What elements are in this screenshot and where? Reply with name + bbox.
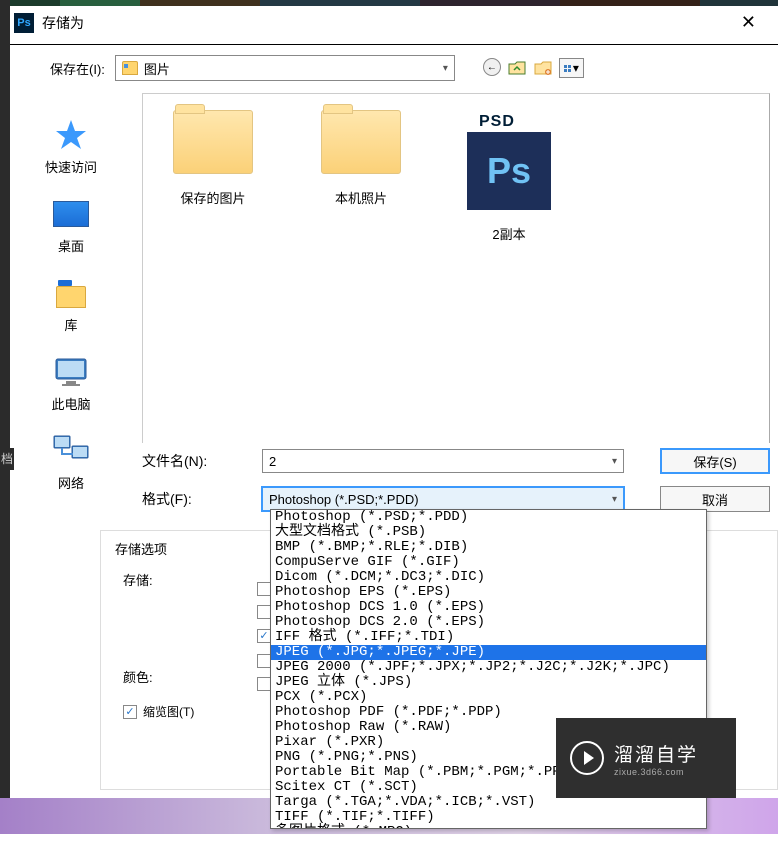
checkbox-icc[interactable] xyxy=(257,677,271,691)
file-label: 保存的图片 xyxy=(180,188,245,207)
filename-label: 文件名(N): xyxy=(142,451,250,471)
format-option[interactable]: Photoshop EPS (*.EPS) xyxy=(271,585,706,600)
location-toolbar: 保存在(I): 图片 ▾ ← ▾ xyxy=(0,45,778,93)
location-combobox[interactable]: 图片 ▾ xyxy=(115,55,455,81)
format-option[interactable]: Dicom (*.DCM;*.DC3;*.DIC) xyxy=(271,570,706,585)
folder-icon xyxy=(173,110,253,174)
library-icon xyxy=(52,275,90,311)
filename-input[interactable]: 2 ▾ xyxy=(262,449,624,473)
format-option[interactable]: Photoshop DCS 1.0 (*.EPS) xyxy=(271,600,706,615)
format-option[interactable]: IFF 格式 (*.IFF;*.TDI) xyxy=(271,630,706,645)
ps-app-icon: Ps xyxy=(14,13,34,33)
sidebar-label: 网络 xyxy=(58,473,84,492)
file-psd[interactable]: PSD Ps 2副本 xyxy=(459,110,559,243)
chevron-down-icon: ▾ xyxy=(443,63,448,74)
file-label: 本机照片 xyxy=(335,188,387,207)
pc-icon xyxy=(52,354,90,390)
format-label: 格式(F): xyxy=(142,489,250,509)
play-icon xyxy=(570,741,604,775)
save-button[interactable]: 保存(S) xyxy=(660,448,770,474)
chevron-down-icon: ▾ xyxy=(612,494,617,505)
network-icon xyxy=(52,433,90,469)
app-toolbar-sliver xyxy=(0,0,778,6)
checkbox-thumbnail[interactable] xyxy=(123,705,137,719)
format-option[interactable]: Photoshop (*.PSD;*.PDD) xyxy=(271,510,706,525)
color-label: 颜色: xyxy=(115,667,225,686)
sidebar-thispc[interactable]: 此电脑 xyxy=(0,344,142,423)
folder-icon xyxy=(122,61,138,75)
chevron-down-icon: ▾ xyxy=(612,456,617,467)
file-browser-area[interactable]: 保存的图片 本机照片 PSD Ps 2副本 xyxy=(142,93,770,443)
background-panel-label: 档 xyxy=(0,448,14,470)
checkbox-layers[interactable] xyxy=(257,629,271,643)
close-button[interactable]: ✕ xyxy=(733,8,764,37)
format-value: Photoshop (*.PSD;*.PDD) xyxy=(269,492,612,507)
sidebar-label: 桌面 xyxy=(58,236,84,255)
sidebar-library[interactable]: 库 xyxy=(0,265,142,344)
checkbox-notes[interactable] xyxy=(257,654,271,668)
format-option[interactable]: CompuServe GIF (*.GIF) xyxy=(271,555,706,570)
filename-value: 2 xyxy=(269,454,612,469)
sidebar-label: 库 xyxy=(64,315,77,334)
sidebar-quickaccess[interactable]: 快速访问 xyxy=(0,107,142,186)
view-mode-button[interactable]: ▾ xyxy=(559,58,584,78)
app-left-edge xyxy=(0,0,10,798)
up-folder-button[interactable] xyxy=(507,58,527,78)
psd-file-icon: PSD Ps xyxy=(467,110,551,210)
format-option[interactable]: JPEG 立体 (*.JPS) xyxy=(271,675,706,690)
folder-icon xyxy=(321,110,401,174)
format-option[interactable]: BMP (*.BMP;*.RLE;*.DIB) xyxy=(271,540,706,555)
watermark-badge: 溜溜自学 zixue.3d66.com xyxy=(556,718,736,798)
checkbox-label: 缩览图(T) xyxy=(143,703,194,720)
dialog-titlebar: Ps 存储为 ✕ xyxy=(0,0,778,45)
grid-icon xyxy=(564,65,571,72)
nav-icon-group: ← ▾ xyxy=(483,58,584,78)
file-folder[interactable]: 保存的图片 xyxy=(163,110,263,243)
new-folder-button[interactable] xyxy=(533,58,553,78)
format-option[interactable]: JPEG (*.JPG;*.JPEG;*.JPE) xyxy=(271,645,706,660)
format-option[interactable]: JPEG 2000 (*.JPF;*.JPX;*.JP2;*.J2C;*.J2K… xyxy=(271,660,706,675)
location-value: 图片 xyxy=(144,59,443,78)
checkbox-copy[interactable] xyxy=(257,582,271,596)
desktop-icon xyxy=(52,196,90,232)
format-option[interactable]: 大型文档格式 (*.PSB) xyxy=(271,525,706,540)
sidebar-network[interactable]: 网络 xyxy=(0,423,142,502)
location-label: 保存在(I): xyxy=(50,59,105,78)
file-folder[interactable]: 本机照片 xyxy=(311,110,411,243)
back-button[interactable]: ← xyxy=(483,58,501,76)
store-label: 存储: xyxy=(115,570,225,589)
format-option[interactable]: TIFF (*.TIF;*.TIFF) xyxy=(271,810,706,825)
format-option[interactable]: Photoshop DCS 2.0 (*.EPS) xyxy=(271,615,706,630)
format-combobox[interactable]: Photoshop (*.PSD;*.PDD) ▾ xyxy=(262,487,624,511)
checkbox-alpha[interactable] xyxy=(257,605,271,619)
quickaccess-icon xyxy=(52,117,90,153)
format-option[interactable]: PCX (*.PCX) xyxy=(271,690,706,705)
file-label: 2副本 xyxy=(492,224,525,243)
sidebar-label: 快速访问 xyxy=(45,157,97,176)
sidebar-label: 此电脑 xyxy=(51,394,90,413)
watermark-name: 溜溜自学 xyxy=(614,740,698,767)
sidebar-desktop[interactable]: 桌面 xyxy=(0,186,142,265)
chevron-down-icon: ▾ xyxy=(573,61,579,75)
dialog-title: 存储为 xyxy=(42,13,84,33)
watermark-url: zixue.3d66.com xyxy=(614,767,698,777)
format-option[interactable]: 多图片格式 (*.MPO) xyxy=(271,825,706,829)
